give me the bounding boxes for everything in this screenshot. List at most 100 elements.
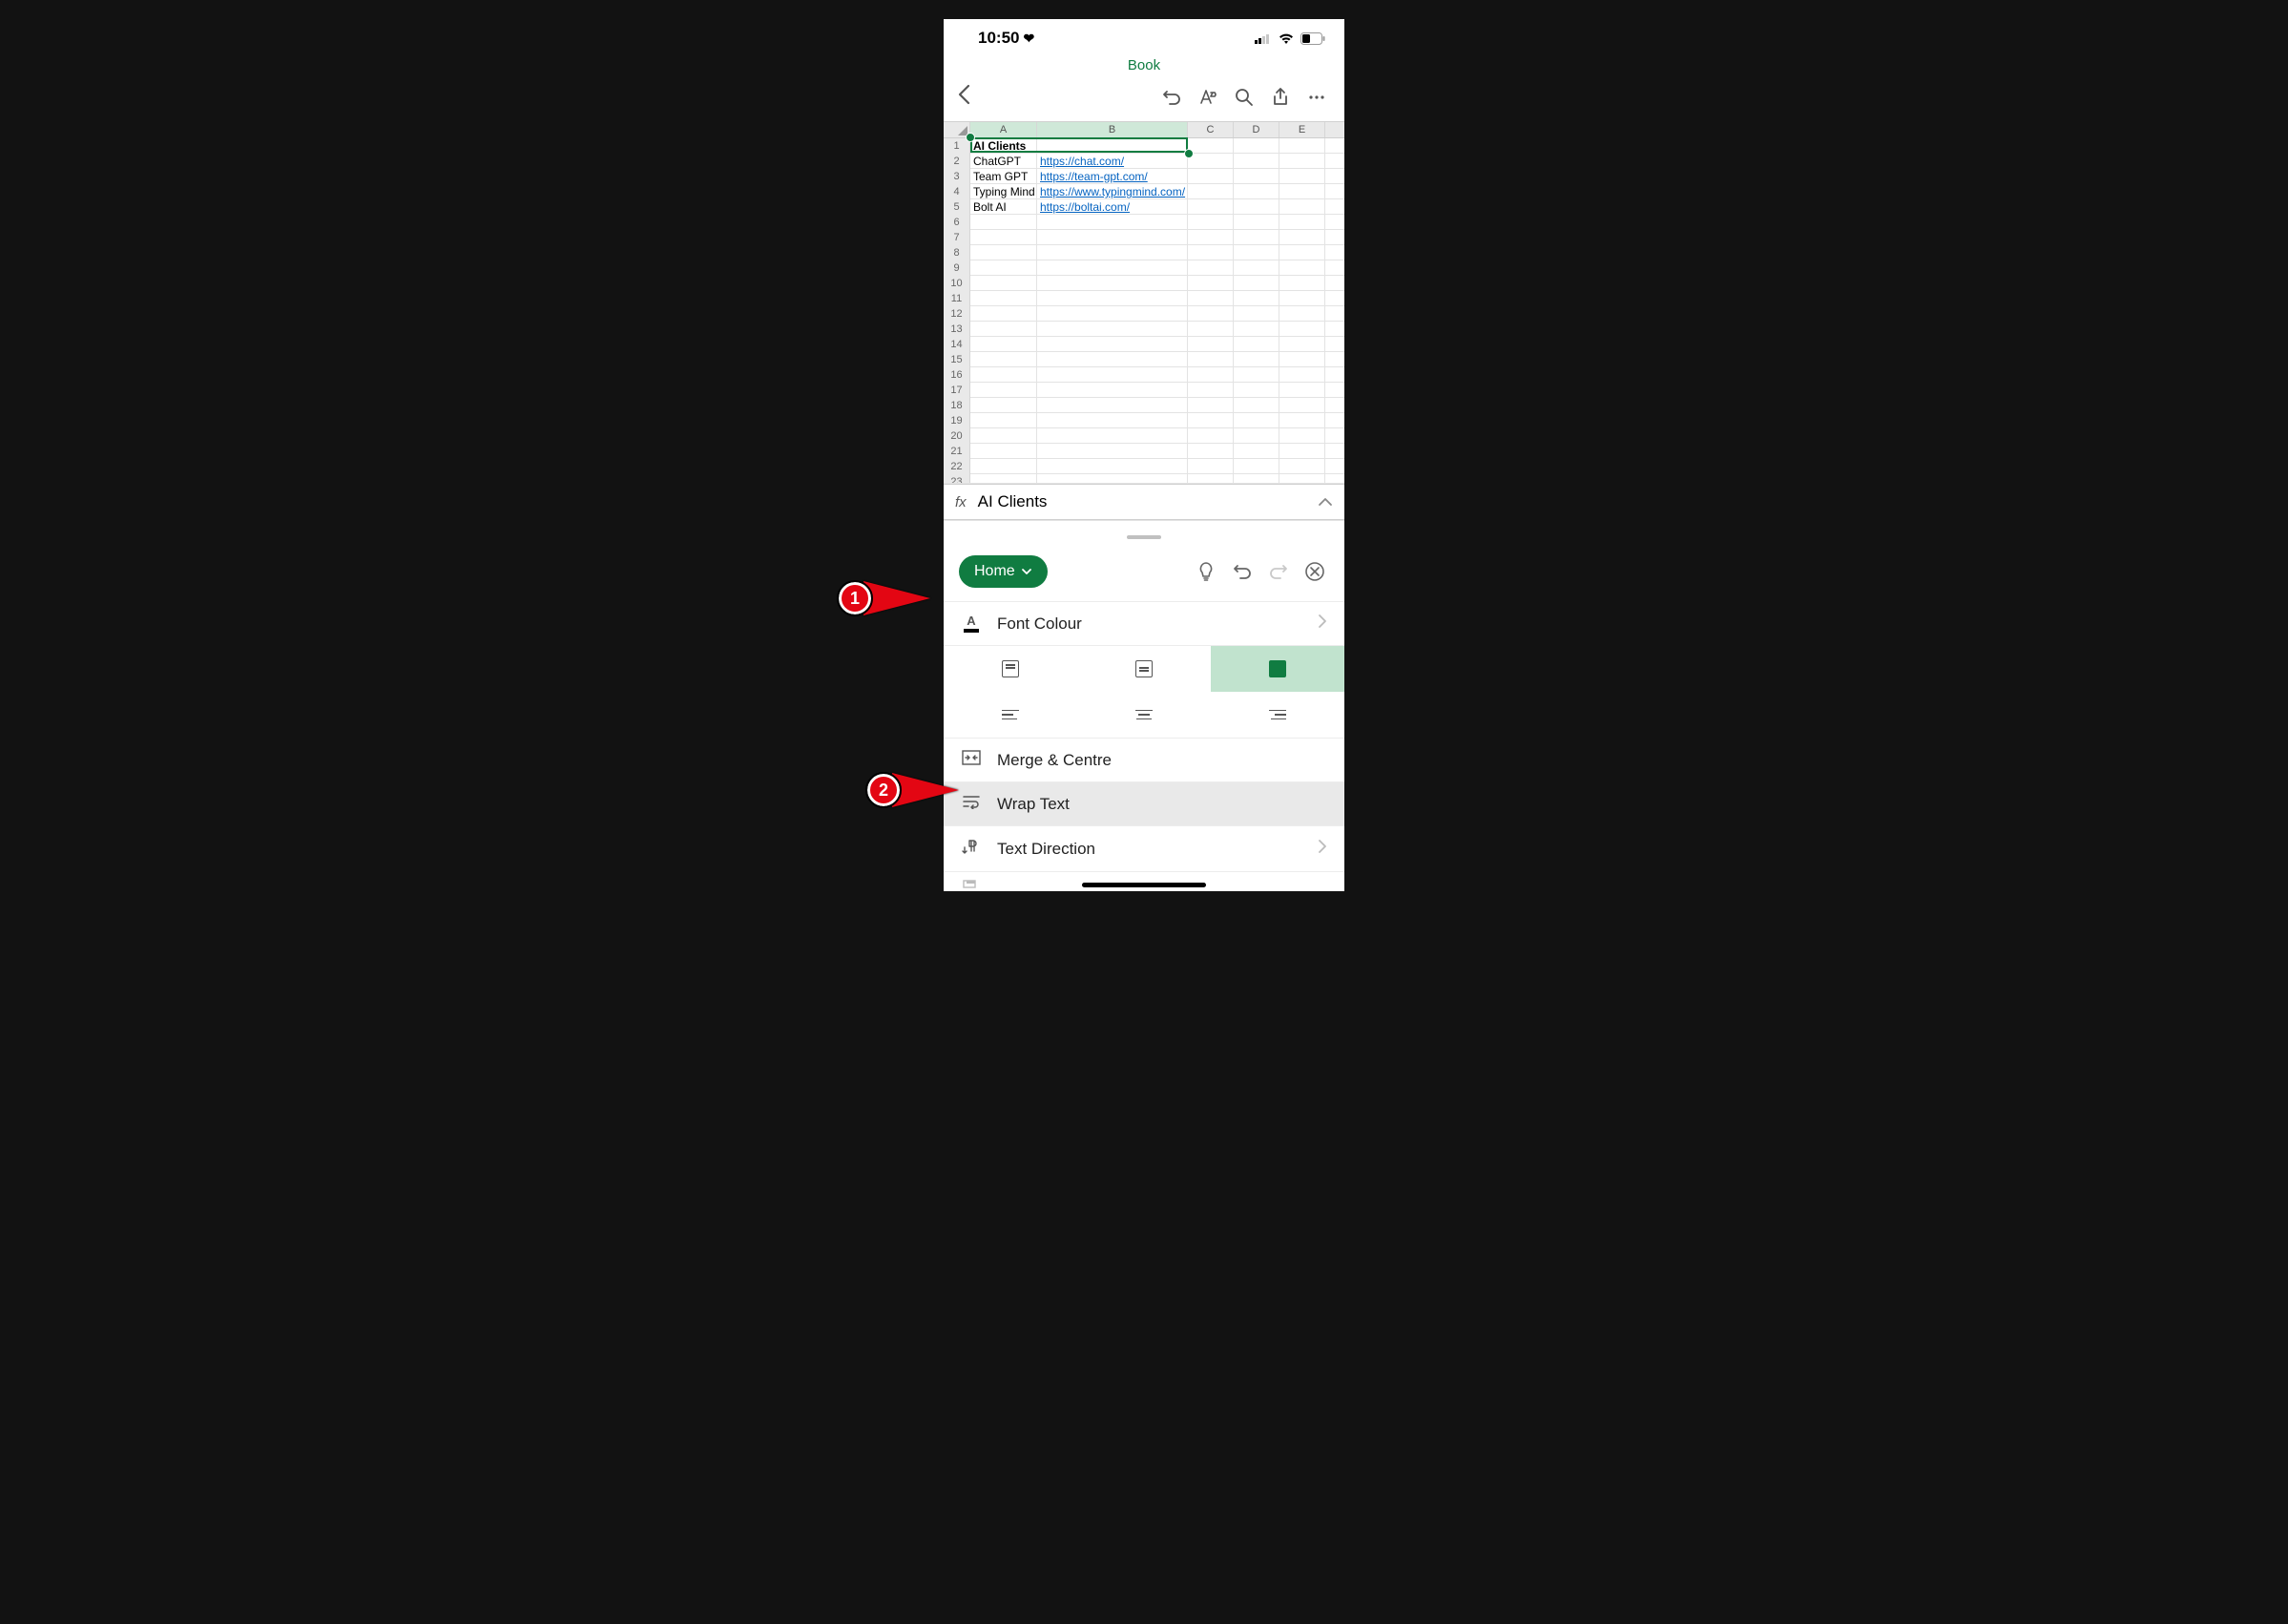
cell[interactable]: [1188, 383, 1234, 398]
grid-row[interactable]: 15: [944, 352, 1344, 367]
grid-row[interactable]: 20: [944, 428, 1344, 444]
cell-b3[interactable]: https://team-gpt.com/: [1037, 169, 1188, 184]
option-wrap-text[interactable]: Wrap Text: [944, 782, 1344, 826]
cell[interactable]: [970, 276, 1037, 291]
option-merge-centre[interactable]: Merge & Centre: [944, 739, 1344, 782]
cell[interactable]: [1037, 291, 1188, 306]
grid-row[interactable]: 17: [944, 383, 1344, 398]
align-center-button[interactable]: [1077, 692, 1211, 738]
align-left-button[interactable]: [944, 692, 1077, 738]
row-header[interactable]: 18: [944, 398, 970, 413]
cell[interactable]: [1188, 413, 1234, 428]
cell[interactable]: [1188, 337, 1234, 352]
cell[interactable]: [1234, 154, 1279, 169]
row-header[interactable]: 20: [944, 428, 970, 444]
cell[interactable]: [1234, 398, 1279, 413]
chevron-up-icon[interactable]: [1318, 492, 1333, 511]
cell[interactable]: [1037, 398, 1188, 413]
search-icon[interactable]: [1230, 83, 1258, 112]
grid-row[interactable]: 21: [944, 444, 1344, 459]
grid-row[interactable]: 19: [944, 413, 1344, 428]
cell[interactable]: [1234, 169, 1279, 184]
undo-icon[interactable]: [1228, 557, 1257, 586]
row-header[interactable]: 13: [944, 322, 970, 337]
cell[interactable]: [1188, 428, 1234, 444]
cell[interactable]: [1234, 199, 1279, 215]
column-header-e[interactable]: E: [1279, 122, 1325, 137]
cell[interactable]: [970, 459, 1037, 474]
row-header[interactable]: 3: [944, 169, 970, 184]
cell[interactable]: [1234, 413, 1279, 428]
cell[interactable]: [1234, 276, 1279, 291]
row-header[interactable]: 21: [944, 444, 970, 459]
cell[interactable]: [1188, 444, 1234, 459]
row-header[interactable]: 5: [944, 199, 970, 215]
cell[interactable]: [1037, 306, 1188, 322]
cell[interactable]: [970, 215, 1037, 230]
cell-a5[interactable]: Bolt AI: [970, 199, 1037, 215]
cell[interactable]: [1234, 291, 1279, 306]
cell[interactable]: [1279, 352, 1325, 367]
grid-row[interactable]: 3 Team GPT https://team-gpt.com/: [944, 169, 1344, 184]
cell-b1[interactable]: [1037, 138, 1188, 154]
grid-row[interactable]: 8: [944, 245, 1344, 260]
grid-row[interactable]: 4 Typing Mind https://www.typingmind.com…: [944, 184, 1344, 199]
cell[interactable]: [1234, 260, 1279, 276]
align-bottom-button[interactable]: [1211, 646, 1344, 692]
row-header[interactable]: 14: [944, 337, 970, 352]
cell[interactable]: [1234, 306, 1279, 322]
cell[interactable]: [970, 413, 1037, 428]
cell[interactable]: [1037, 413, 1188, 428]
cell-a2[interactable]: ChatGPT: [970, 154, 1037, 169]
cell[interactable]: [1037, 260, 1188, 276]
cell[interactable]: [1279, 383, 1325, 398]
cell[interactable]: [1188, 474, 1234, 484]
panel-drag-handle[interactable]: [944, 521, 1344, 546]
cell-b5[interactable]: https://boltai.com/: [1037, 199, 1188, 215]
cell[interactable]: [1279, 199, 1325, 215]
cell[interactable]: [1279, 276, 1325, 291]
column-header-d[interactable]: D: [1234, 122, 1279, 137]
cell[interactable]: [1234, 474, 1279, 484]
align-middle-button[interactable]: [1077, 646, 1211, 692]
cell[interactable]: [1037, 428, 1188, 444]
cell[interactable]: [1279, 306, 1325, 322]
spreadsheet-grid[interactable]: A B C D E 1 AI Clients 2 ChatGPT https:/…: [944, 121, 1344, 484]
cell[interactable]: [1279, 291, 1325, 306]
cell[interactable]: [1279, 230, 1325, 245]
cell[interactable]: [1279, 413, 1325, 428]
option-font-colour[interactable]: A Font Colour: [944, 601, 1344, 646]
cell[interactable]: [1279, 474, 1325, 484]
cell[interactable]: [1234, 322, 1279, 337]
cell[interactable]: [1037, 276, 1188, 291]
cell[interactable]: [1279, 337, 1325, 352]
row-header[interactable]: 15: [944, 352, 970, 367]
row-header[interactable]: 10: [944, 276, 970, 291]
row-header[interactable]: 12: [944, 306, 970, 322]
cell[interactable]: [1234, 383, 1279, 398]
cell[interactable]: [1234, 230, 1279, 245]
column-header-b[interactable]: B: [1037, 122, 1188, 137]
cell[interactable]: [1188, 367, 1234, 383]
column-header-c[interactable]: C: [1188, 122, 1234, 137]
cell[interactable]: [970, 245, 1037, 260]
share-icon[interactable]: [1266, 83, 1295, 112]
cell[interactable]: [1279, 184, 1325, 199]
cell[interactable]: [1188, 230, 1234, 245]
cell[interactable]: [970, 383, 1037, 398]
align-top-button[interactable]: [944, 646, 1077, 692]
row-header[interactable]: 23: [944, 474, 970, 484]
cell[interactable]: [1188, 169, 1234, 184]
cell[interactable]: [1279, 459, 1325, 474]
cell[interactable]: [1037, 367, 1188, 383]
cell[interactable]: [1037, 215, 1188, 230]
row-header[interactable]: 17: [944, 383, 970, 398]
selection-handle[interactable]: [966, 133, 975, 142]
cell-b4[interactable]: https://www.typingmind.com/: [1037, 184, 1188, 199]
grid-row[interactable]: 23: [944, 474, 1344, 484]
cell[interactable]: [1037, 444, 1188, 459]
cell[interactable]: [1037, 230, 1188, 245]
grid-row[interactable]: 12: [944, 306, 1344, 322]
cell[interactable]: [1188, 459, 1234, 474]
cell[interactable]: [1037, 352, 1188, 367]
